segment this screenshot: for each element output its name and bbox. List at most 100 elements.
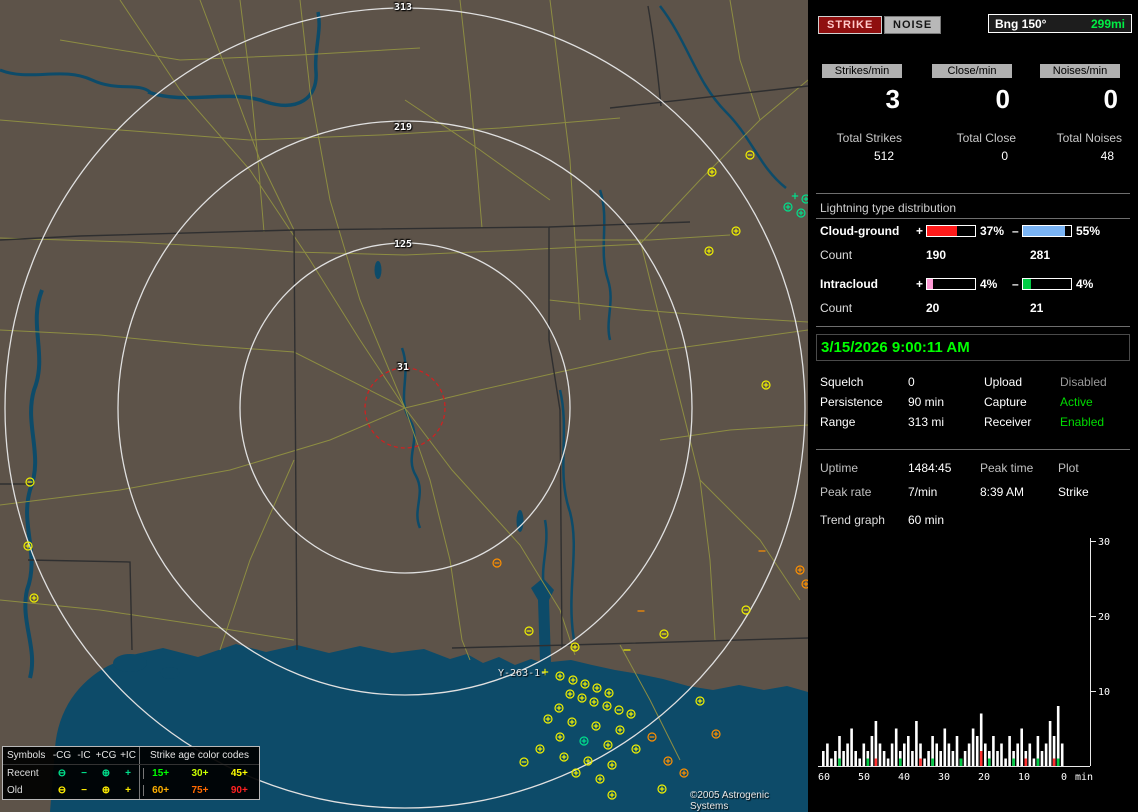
noise-button[interactable]: NOISE [884, 16, 942, 34]
bearing-display: Bng 150° 299mi [988, 14, 1132, 33]
map-view[interactable]: 313 219 125 31 Y-263-1- ©2005 Astrogenic… [0, 0, 808, 812]
legend-recent-label: Recent [7, 768, 39, 779]
map-annotation: Y-263-1- [498, 668, 547, 679]
datetime-display: 3/15/2026 9:00:11 AM [816, 334, 1130, 361]
ic-minus-old-icon: − [81, 785, 87, 796]
age-code-75: 75+ [191, 785, 209, 796]
divider [816, 193, 1130, 194]
minus-sign: – [1012, 277, 1019, 291]
svg-text:40: 40 [898, 772, 910, 783]
divider [816, 326, 1130, 327]
strikes-per-min-chip: Strikes/min [822, 64, 902, 78]
legend-col-cg-minus: -CG [52, 750, 72, 761]
svg-text:60: 60 [818, 772, 830, 783]
noises-per-min-chip: Noises/min [1040, 64, 1120, 78]
cg-minus-bar [1022, 225, 1072, 237]
cg-minus-count: 281 [1030, 248, 1051, 262]
ic-plus-count: 20 [926, 301, 940, 315]
legend-old-row: Old ⊖ − ⊕ + 60+ 75+ 90+ [3, 782, 259, 799]
ic-minus-count: 21 [1030, 301, 1044, 315]
trend-y-ticks: 30 20 10 [1098, 537, 1110, 698]
age-code-45: 45+ [230, 768, 248, 779]
trend-bars [822, 706, 1064, 766]
total-close-label: Total Close [956, 131, 1016, 145]
receiver-status: Enabled [1060, 415, 1105, 429]
cg-minus-recent-icon: ⊖ [57, 768, 67, 779]
plus-sign: + [916, 277, 924, 291]
total-strikes-value: 512 [873, 149, 894, 163]
strikes-per-min-value: 3 [885, 84, 900, 114]
svg-text:10: 10 [1098, 687, 1110, 698]
svg-text:20: 20 [1098, 612, 1110, 623]
legend-symbols-label: Symbols [7, 750, 46, 761]
cg-plus-old-icon: ⊕ [101, 785, 111, 796]
age-code-15: 15+ [142, 768, 178, 779]
age-code-30: 30+ [191, 768, 209, 779]
upload-status: Disabled [1060, 375, 1107, 389]
cg-minus-old-icon: ⊖ [57, 785, 67, 796]
age-code-60: 60+ [142, 785, 178, 796]
legend-col-ic-plus: +IC [120, 750, 136, 761]
legend-header-row: Symbols -CG -IC +CG +IC Strike age color… [3, 747, 259, 765]
cg-plus-pct: 37% [980, 224, 1005, 238]
legend-col-ic-minus: -IC [77, 750, 91, 761]
distribution-title: Lightning type distribution [820, 201, 957, 215]
range-ring-label: 31 [397, 362, 410, 373]
plot-mode-value: Strike [1058, 485, 1089, 499]
total-close-value: 0 [1001, 149, 1008, 163]
ic-plus-old-icon: + [125, 785, 131, 796]
trend-graph-duration: 60 min [908, 513, 945, 527]
upload-label: Upload [984, 375, 1023, 389]
stormtracker-window: 313 219 125 31 Y-263-1- ©2005 Astrogenic… [0, 0, 1138, 812]
squelch-label: Squelch [820, 375, 864, 389]
uptime-value: 1484:45 [908, 461, 952, 475]
bearing-label: Bng 150° [995, 16, 1047, 31]
capture-status: Active [1060, 395, 1093, 409]
receiver-label: Receiver [984, 415, 1032, 429]
svg-text:20: 20 [978, 772, 990, 783]
persistence-label: Persistence [820, 395, 883, 409]
ic-plus-bar [926, 278, 976, 290]
total-noises-value: 48 [1100, 149, 1114, 163]
range-ring-label: 219 [394, 122, 413, 133]
range-ring-label: 125 [394, 239, 413, 250]
svg-text:50: 50 [858, 772, 870, 783]
uptime-label: Uptime [820, 461, 859, 475]
cloud-ground-label: Cloud-ground [820, 224, 900, 238]
squelch-value: 0 [908, 375, 915, 389]
copyright-text: ©2005 Astrogenic Systems [690, 790, 770, 812]
strike-button[interactable]: STRIKE [818, 16, 883, 34]
map-legend: Symbols -CG -IC +CG +IC Strike age color… [2, 746, 260, 800]
trend-x-unit: min [1075, 772, 1093, 783]
peak-rate-label: Peak rate [820, 485, 872, 499]
trend-x-ticks: 60 50 40 30 20 10 0 min [818, 772, 1093, 783]
divider [816, 218, 1130, 219]
trend-axes [818, 538, 1096, 767]
close-per-min-value: 0 [995, 84, 1010, 114]
count-label: Count [820, 248, 853, 262]
legend-recent-row: Recent ⊖ − ⊕ + 15+ 30+ 45+ [3, 765, 259, 782]
range-label: Range [820, 415, 856, 429]
svg-text:30: 30 [938, 772, 950, 783]
svg-text:30: 30 [1098, 537, 1110, 548]
svg-text:10: 10 [1018, 772, 1030, 783]
legend-col-cg-plus: +CG [95, 750, 117, 761]
plus-sign: + [916, 224, 924, 238]
peak-rate-value: 7/min [908, 485, 938, 499]
cg-plus-bar [926, 225, 976, 237]
ic-minus-recent-icon: − [81, 768, 87, 779]
cg-plus-recent-icon: ⊕ [101, 768, 111, 779]
legend-age-title: Strike age color codes [139, 747, 259, 764]
close-per-min-chip: Close/min [932, 64, 1012, 78]
peak-time-value: 8:39 AM [980, 485, 1025, 499]
total-noises-label: Total Noises [1056, 131, 1122, 145]
cg-plus-count: 190 [926, 248, 947, 262]
cg-minus-pct: 55% [1076, 224, 1101, 238]
noises-per-min-value: 0 [1103, 84, 1118, 114]
persistence-value: 90 min [908, 395, 945, 409]
divider [816, 449, 1130, 450]
legend-old-label: Old [7, 785, 23, 796]
plot-label: Plot [1058, 461, 1079, 475]
range-ring-label: 313 [394, 2, 413, 13]
trend-graph-label: Trend graph [820, 513, 885, 527]
